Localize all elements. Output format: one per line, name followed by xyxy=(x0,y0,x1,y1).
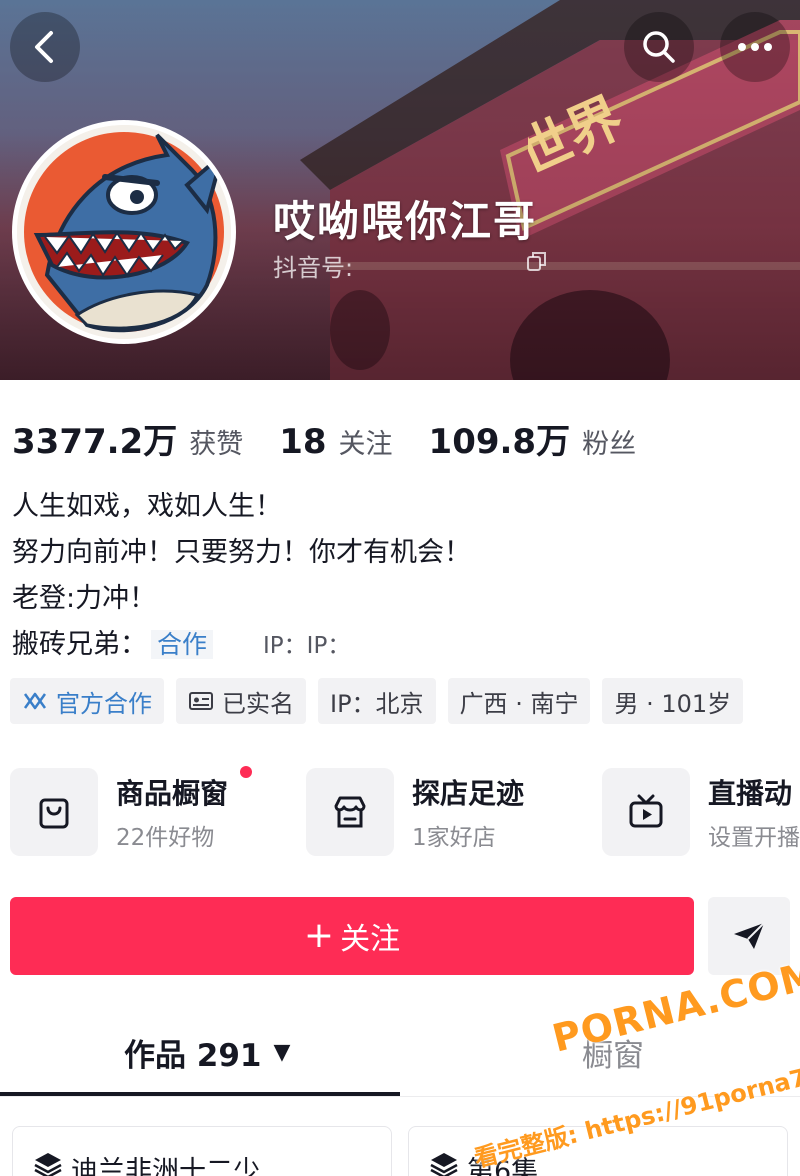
search-icon xyxy=(643,31,675,63)
bio-line: 人生如戏，戏如人生！ xyxy=(12,491,282,522)
following-stat[interactable]: 18 关注 xyxy=(279,422,392,462)
likes-label: 获赞 xyxy=(189,429,244,460)
profile-stats: 3377.2万 获赞 18 关注 109.8万 粉丝 xyxy=(12,414,672,462)
chevron-left-icon xyxy=(35,31,53,63)
feature-shop-window[interactable]: 商品橱窗 22件好物 xyxy=(10,766,290,858)
tag-official-cooperation[interactable]: 官方合作 xyxy=(10,678,164,724)
followers-stat[interactable]: 109.8万 粉丝 xyxy=(429,414,637,463)
bio-line: 老登:力冲！ xyxy=(12,583,157,614)
tag-label: IP：北京 xyxy=(330,689,424,718)
shark-avatar-image xyxy=(17,125,231,339)
follow-button[interactable]: + 关注 xyxy=(10,897,694,975)
profile-banner: 世界 哎呦喂你江哥 抖音号: xyxy=(0,0,800,380)
search-button[interactable] xyxy=(624,12,694,82)
feature-subtitle: 设置开播 xyxy=(708,825,800,851)
bio-line: 搬砖兄弟： 合作 IP：IP： xyxy=(12,622,471,668)
collection-name: 迪兰非洲十二少 xyxy=(71,1156,260,1176)
tag-ip: IP：北京 xyxy=(318,678,436,724)
cooperation-link[interactable]: 合作 xyxy=(151,630,214,659)
douyin-id-label: 抖音号: xyxy=(273,254,354,282)
shopping-bag-icon xyxy=(10,768,98,856)
avatar[interactable] xyxy=(12,120,236,344)
feature-title: 商品橱窗 xyxy=(116,777,229,810)
tag-location: 广西 · 南宁 xyxy=(447,678,591,724)
feature-store-visits[interactable]: 探店足迹 1家好店 xyxy=(306,766,586,858)
store-icon xyxy=(306,768,394,856)
likes-count: 3377.2万 xyxy=(12,422,178,462)
feature-live-stream[interactable]: 直播动 设置开播 xyxy=(602,766,800,858)
more-button[interactable] xyxy=(720,12,790,82)
svg-text:世界: 世界 xyxy=(528,84,632,186)
caret-down-icon: ▼ xyxy=(273,1040,291,1065)
followers-count: 109.8万 xyxy=(428,422,571,462)
back-button[interactable] xyxy=(10,12,80,82)
more-dots-icon xyxy=(738,43,772,51)
tag-label: 已实名 xyxy=(222,689,294,718)
tab-works-label: 作品 291 xyxy=(124,1038,262,1074)
follow-label: 关注 xyxy=(340,922,401,957)
profile-tags: 官方合作 已实名 IP：北京 广西 · 南宁 男 · 101岁 xyxy=(10,678,755,724)
copy-icon[interactable] xyxy=(526,250,548,272)
bio-ip-text: IP：IP： xyxy=(263,633,351,659)
tag-label: 广西 · 南宁 xyxy=(459,689,579,718)
likes-stat: 3377.2万 获赞 xyxy=(12,414,243,463)
following-count: 18 xyxy=(279,422,327,462)
feature-title: 探店足迹 xyxy=(412,777,525,810)
nickname: 哎呦喂你江哥 xyxy=(273,197,538,246)
tag-verified: 已实名 xyxy=(176,678,306,724)
feature-cards: 商品橱窗 22件好物 探店足迹 1家好店 直播动 设置开播 xyxy=(10,766,800,858)
bio-prefix: 搬砖兄弟： xyxy=(12,629,147,660)
feature-subtitle: 22件好物 xyxy=(116,825,215,851)
notification-dot xyxy=(240,766,252,778)
tag-gender-age: 男 · 101岁 xyxy=(602,678,744,724)
tag-label: 官方合作 xyxy=(56,689,152,718)
bio: 人生如戏，戏如人生！ 努力向前冲！只要努力！你才有机会！ 老登:力冲！ 搬砖兄弟… xyxy=(12,484,471,668)
following-label: 关注 xyxy=(338,429,393,460)
feature-title: 直播动 xyxy=(708,777,793,810)
send-icon xyxy=(734,922,765,949)
bio-line: 努力向前冲！只要努力！你才有机会！ xyxy=(12,537,471,568)
official-cooperation-icon xyxy=(22,690,48,712)
id-card-icon xyxy=(188,691,214,711)
stack-icon xyxy=(430,1153,458,1176)
tag-label: 男 · 101岁 xyxy=(614,689,732,718)
collection-card[interactable]: 迪兰非洲十二少 xyxy=(12,1126,392,1176)
feature-subtitle: 1家好店 xyxy=(412,825,496,851)
followers-label: 粉丝 xyxy=(582,429,637,460)
stack-icon xyxy=(34,1153,62,1176)
tv-icon xyxy=(602,768,690,856)
plus-icon: + xyxy=(303,915,335,956)
tab-works[interactable]: 作品 291 ▼ xyxy=(124,1030,290,1075)
